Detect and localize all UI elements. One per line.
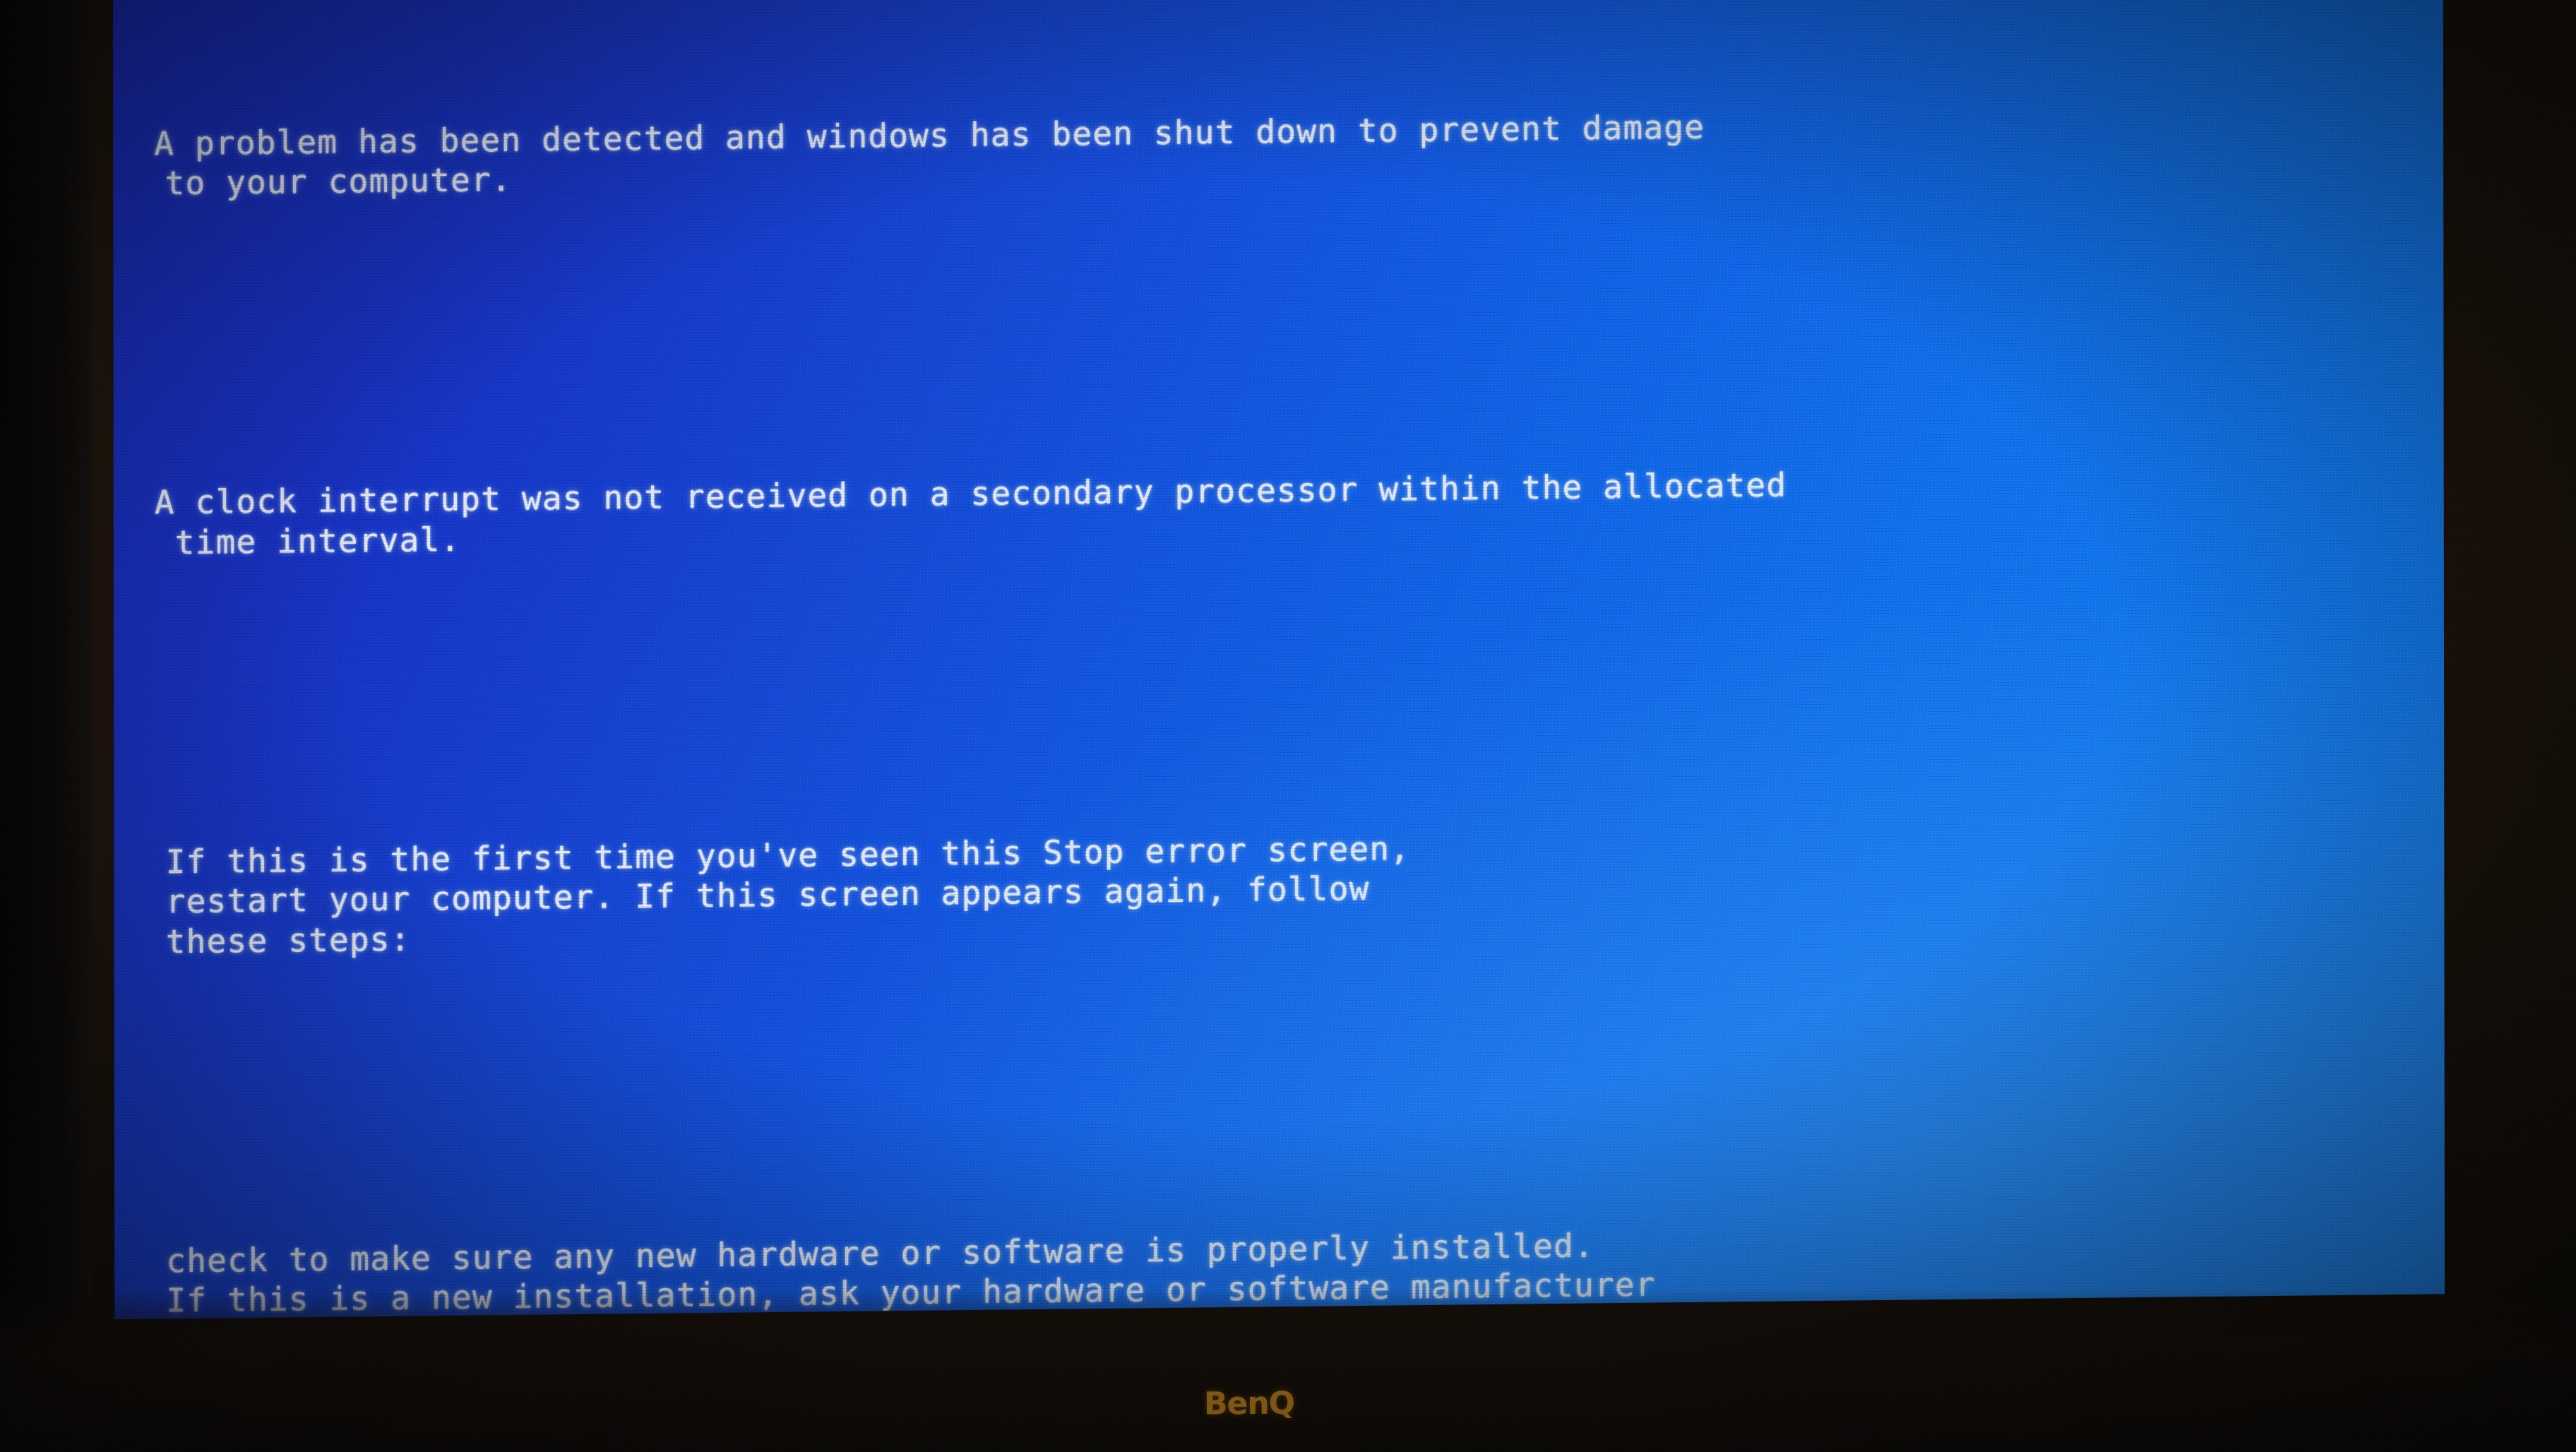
- bsod-spacer-1: [155, 298, 2443, 363]
- bsod-spacer-3: [155, 1057, 2443, 1121]
- benq-brand-logo: BenQ: [1203, 1385, 1295, 1422]
- monitor-photo: A problem has been detected and windows …: [0, 0, 2576, 1452]
- monitor-bezel-bottom: [0, 1290, 2576, 1452]
- bsod-error-description: A clock interrupt was not received on a …: [155, 458, 2443, 562]
- bsod-first-time-paragraph: If this is the first time you've seen th…: [155, 817, 2443, 962]
- bsod-screen: A problem has been detected and windows …: [113, 0, 2445, 1320]
- monitor-bezel-left: [0, 0, 92, 1452]
- bsod-intro-paragraph: A problem has been detected and windows …: [154, 99, 2442, 203]
- monitor-panel: A problem has been detected and windows …: [113, 0, 2445, 1320]
- bsod-text-block: A problem has been detected and windows …: [154, 0, 2445, 1319]
- bsod-spacer-2: [155, 657, 2443, 722]
